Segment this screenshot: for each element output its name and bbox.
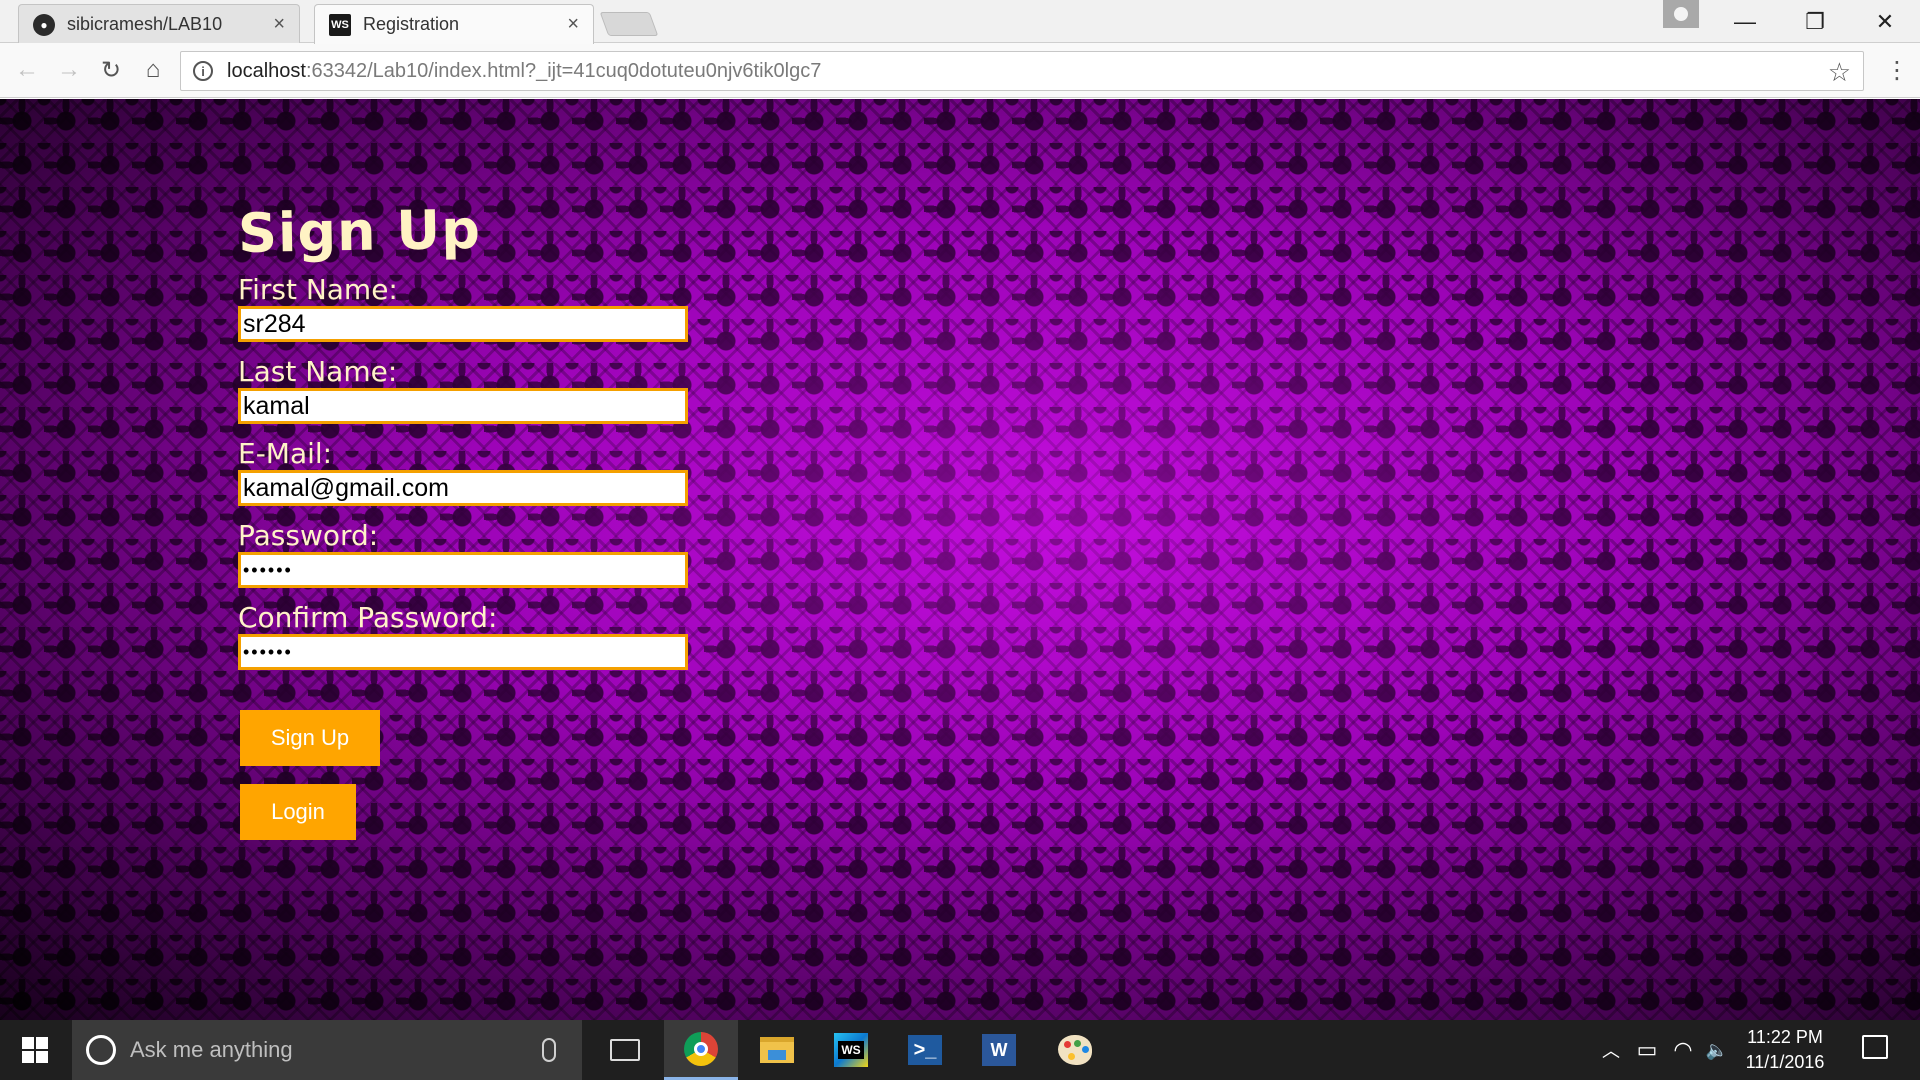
password-label: Password: — [238, 519, 379, 552]
forward-button[interactable]: → — [52, 53, 86, 87]
last-name-label: Last Name: — [238, 355, 398, 388]
clock-time: 11:22 PM — [1747, 1027, 1823, 1047]
signup-button[interactable]: Sign Up — [240, 710, 380, 766]
chrome-menu-icon[interactable]: ⋮ — [1882, 53, 1912, 87]
page-title: Sign Up — [237, 197, 482, 266]
restore-button[interactable]: ❐ — [1780, 0, 1850, 43]
back-button[interactable]: ← — [10, 53, 44, 87]
start-button[interactable] — [0, 1020, 70, 1080]
microphone-icon[interactable] — [542, 1038, 556, 1062]
action-center-icon[interactable] — [1862, 1035, 1888, 1059]
tab-github[interactable]: ● sibicramesh/LAB10 × — [18, 4, 300, 44]
tab-registration[interactable]: WS Registration × — [314, 4, 594, 44]
url-path: :63342/Lab10/index.html?_ijt=41cuq0dotut… — [305, 59, 822, 82]
volume-icon[interactable]: 🔈 — [1704, 1020, 1730, 1080]
cortana-icon — [86, 1035, 116, 1065]
taskbar-webstorm[interactable]: WS — [814, 1020, 888, 1080]
file-explorer-icon — [760, 1037, 794, 1063]
password-input[interactable]: •••••• — [238, 552, 688, 588]
task-view-button[interactable] — [588, 1020, 662, 1080]
confirm-password-label: Confirm Password: — [238, 601, 498, 634]
email-input[interactable]: kamal@gmail.com — [238, 470, 688, 506]
browser-toolbar: ← → ↻ ⌂ i localhost:63342/Lab10/index.ht… — [0, 43, 1920, 98]
site-info-icon[interactable]: i — [193, 61, 213, 81]
tab-label: Registration — [363, 14, 460, 34]
minimize-button[interactable]: — — [1710, 0, 1780, 43]
confirm-password-input[interactable]: •••••• — [238, 634, 688, 670]
signup-form: Sign Up First Name: sr284 Last Name: kam… — [237, 198, 698, 840]
taskbar-powershell[interactable]: >_ — [888, 1020, 962, 1080]
new-tab-button[interactable] — [599, 12, 659, 36]
tab-label: sibicramesh/LAB10 — [67, 14, 223, 34]
password-field: Password: •••••• — [238, 520, 698, 588]
email-label: E-Mail: — [238, 437, 333, 470]
word-icon: W — [982, 1034, 1016, 1066]
taskbar-file-explorer[interactable] — [740, 1020, 814, 1080]
chrome-icon — [684, 1031, 718, 1066]
page-background: Sign Up First Name: sr284 Last Name: kam… — [0, 99, 1920, 1020]
github-icon: ● — [33, 13, 55, 36]
show-hidden-icons-chevron-icon[interactable]: ︿ — [1596, 1020, 1626, 1080]
system-clock[interactable]: 11:22 PM 11/1/2016 — [1730, 1025, 1840, 1075]
cortana-search-box[interactable]: Ask me anything — [72, 1020, 582, 1080]
profile-avatar-button[interactable] — [1663, 0, 1699, 28]
browser-tab-strip: ● sibicramesh/LAB10 × WS Registration × … — [0, 0, 1920, 44]
windows-taskbar: Ask me anything WS >_ W ︿ ▭ ◠ 🔈 11:22 PM… — [0, 1020, 1920, 1080]
taskbar-word[interactable]: W — [962, 1020, 1036, 1080]
reload-button[interactable]: ↻ — [94, 53, 128, 87]
webstorm-icon: WS — [834, 1033, 868, 1067]
email-field: E-Mail: kamal@gmail.com — [238, 438, 698, 506]
clock-date: 11/1/2016 — [1745, 1052, 1825, 1072]
search-placeholder: Ask me anything — [130, 1037, 293, 1062]
paint-icon — [1058, 1035, 1092, 1065]
taskbar-paint[interactable] — [1038, 1020, 1112, 1080]
tab-close-icon[interactable]: × — [567, 13, 579, 36]
login-button[interactable]: Login — [240, 784, 356, 840]
webstorm-icon: WS — [329, 13, 351, 36]
last-name-field: Last Name: kamal — [238, 356, 698, 424]
battery-icon[interactable]: ▭ — [1632, 1020, 1662, 1080]
powershell-icon: >_ — [908, 1035, 942, 1065]
url-text[interactable]: localhost:63342/Lab10/index.html?_ijt=41… — [227, 60, 821, 83]
first-name-input[interactable]: sr284 — [238, 306, 688, 342]
home-button[interactable]: ⌂ — [136, 53, 170, 87]
windows-logo-icon — [22, 1037, 48, 1063]
first-name-field: First Name: sr284 — [238, 274, 698, 342]
confirm-password-field: Confirm Password: •••••• — [238, 602, 698, 670]
last-name-input[interactable]: kamal — [238, 388, 688, 424]
url-host: localhost — [227, 59, 306, 82]
address-bar[interactable]: i localhost:63342/Lab10/index.html?_ijt=… — [180, 51, 1864, 91]
taskbar-chrome[interactable] — [664, 1020, 738, 1080]
bookmark-star-icon[interactable]: ☆ — [1828, 57, 1851, 88]
tab-close-icon[interactable]: × — [273, 13, 285, 36]
task-view-icon — [610, 1039, 640, 1061]
wifi-icon[interactable]: ◠ — [1668, 1020, 1698, 1080]
first-name-label: First Name: — [238, 273, 398, 306]
close-window-button[interactable]: ✕ — [1850, 0, 1920, 43]
avatar-icon — [1674, 7, 1688, 21]
